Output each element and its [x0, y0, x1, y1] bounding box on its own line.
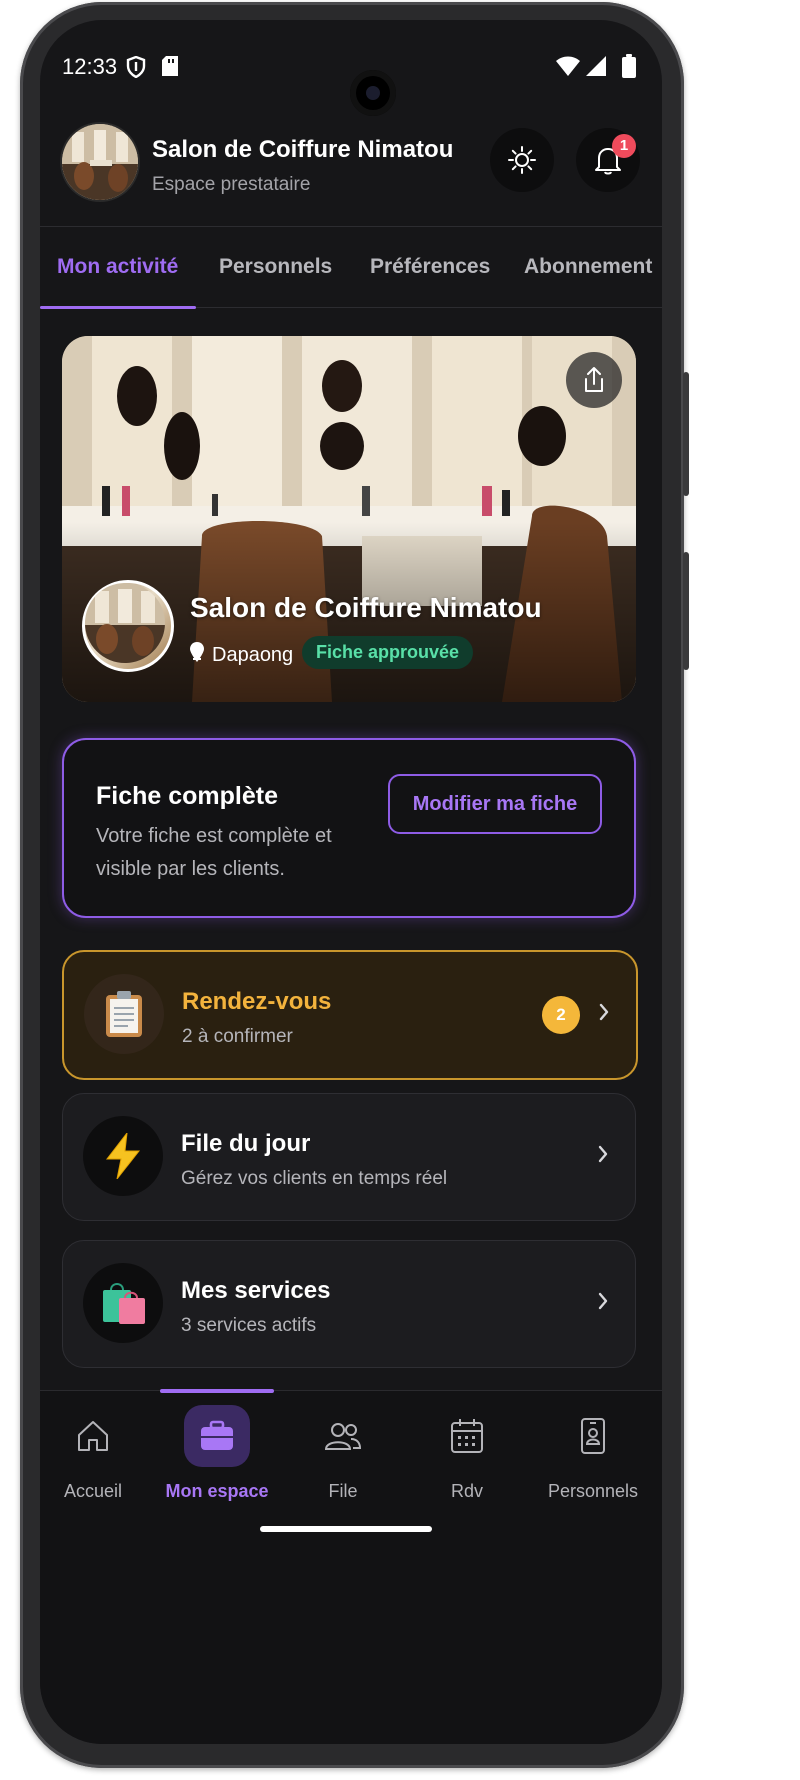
power-button [683, 552, 689, 670]
daily-queue-card[interactable]: File du jour Gérez vos clients en temps … [62, 1093, 636, 1221]
status-badge: Fiche approuvée [302, 636, 474, 669]
status-bar: 12:33 [62, 50, 640, 116]
briefcase-icon [184, 1405, 250, 1467]
share-icon [582, 366, 606, 399]
users-icon [282, 1405, 404, 1467]
clipboard-icon [84, 974, 164, 1054]
nav-file[interactable]: File [282, 1405, 404, 1502]
location-text: Dapaong [212, 643, 294, 666]
salon-name: Salon de Coiffure Nimatou [152, 136, 454, 163]
salon-cover-image: Salon de Coiffure Nimatou Dapaong Fiche … [62, 336, 636, 702]
tab-abonnement[interactable]: Abonnement [524, 255, 652, 279]
signal-icon [586, 56, 606, 81]
app-header: Salon de Coiffure Nimatou Espace prestat… [40, 122, 662, 227]
profile-status-title: Fiche complète [96, 782, 278, 810]
app-screen: 12:33 Salon de Coiffure Nimatou Espace p… [40, 20, 662, 1744]
cover-salon-name: Salon de Coiffure Nimatou [190, 592, 542, 623]
salon-profile-avatar [82, 580, 174, 672]
wifi-icon [556, 56, 580, 81]
status-time: 12:33 [62, 54, 118, 79]
nav-label: Rdv [450, 1481, 483, 1501]
daily-queue-subtitle: Gérez vos clients en temps réel [181, 1168, 448, 1189]
profile-status-description: Votre fiche est complète et visible par … [96, 825, 332, 880]
appointments-subtitle: 2 à confirmer [182, 1026, 293, 1047]
active-tab-indicator [40, 306, 196, 309]
account-type: Espace prestataire [152, 174, 311, 195]
notification-badge: 1 [612, 134, 636, 158]
chevron-right-icon [597, 1291, 609, 1316]
nav-label: Mon espace [165, 1481, 269, 1501]
chevron-right-icon [598, 1002, 610, 1027]
profile-status-card: Fiche complète Votre fiche est complète … [62, 738, 636, 918]
calendar-icon [406, 1405, 528, 1467]
salon-location: Dapaong [190, 642, 293, 668]
nav-mon-espace[interactable]: Mon espace [156, 1405, 278, 1502]
edit-profile-button[interactable]: Modifier ma fiche [388, 774, 602, 834]
tab-preferences[interactable]: Préférences [370, 255, 490, 279]
nav-personnels[interactable]: Personnels [532, 1405, 654, 1502]
sd-card-icon [162, 56, 178, 81]
services-card[interactable]: Mes services 3 services actifs [62, 1240, 636, 1368]
services-title: Mes services [181, 1277, 331, 1304]
sun-icon [507, 145, 537, 180]
daily-queue-title: File du jour [181, 1130, 311, 1157]
home-icon [40, 1405, 154, 1467]
front-camera [350, 70, 396, 116]
bottom-navigation: Accueil Mon espace File Rdv Personnels [40, 1389, 662, 1744]
phone-badge-icon [532, 1405, 654, 1467]
chevron-right-icon [597, 1144, 609, 1169]
gesture-home-bar[interactable] [260, 1526, 432, 1532]
battery-icon [622, 54, 636, 83]
tab-personnels[interactable]: Personnels [219, 255, 332, 279]
theme-toggle-button[interactable] [490, 128, 554, 192]
share-button[interactable] [566, 352, 622, 408]
nav-label: Personnels [547, 1481, 639, 1501]
services-subtitle: 3 services actifs [181, 1315, 317, 1336]
nav-accueil[interactable]: Accueil [40, 1405, 154, 1502]
nav-label: File [328, 1481, 358, 1501]
lightning-icon [83, 1116, 163, 1196]
shield-icon [126, 55, 146, 83]
appointments-card[interactable]: Rendez-vous 2 à confirmer 2 [62, 950, 638, 1080]
salon-avatar[interactable] [62, 124, 138, 200]
appointments-count-badge: 2 [542, 996, 580, 1034]
nav-label: Accueil [63, 1481, 123, 1501]
active-nav-indicator [160, 1389, 274, 1393]
shopping-bags-icon [83, 1263, 163, 1343]
appointments-title: Rendez-vous [182, 988, 332, 1015]
nav-rdv[interactable]: Rdv [406, 1405, 528, 1502]
tab-bar: Mon activité Personnels Préférences Abon… [40, 227, 662, 309]
notifications-button[interactable]: 1 [576, 128, 640, 192]
tab-mon-activite[interactable]: Mon activité [57, 255, 178, 279]
volume-button [683, 372, 689, 496]
location-pin-icon [190, 642, 204, 668]
